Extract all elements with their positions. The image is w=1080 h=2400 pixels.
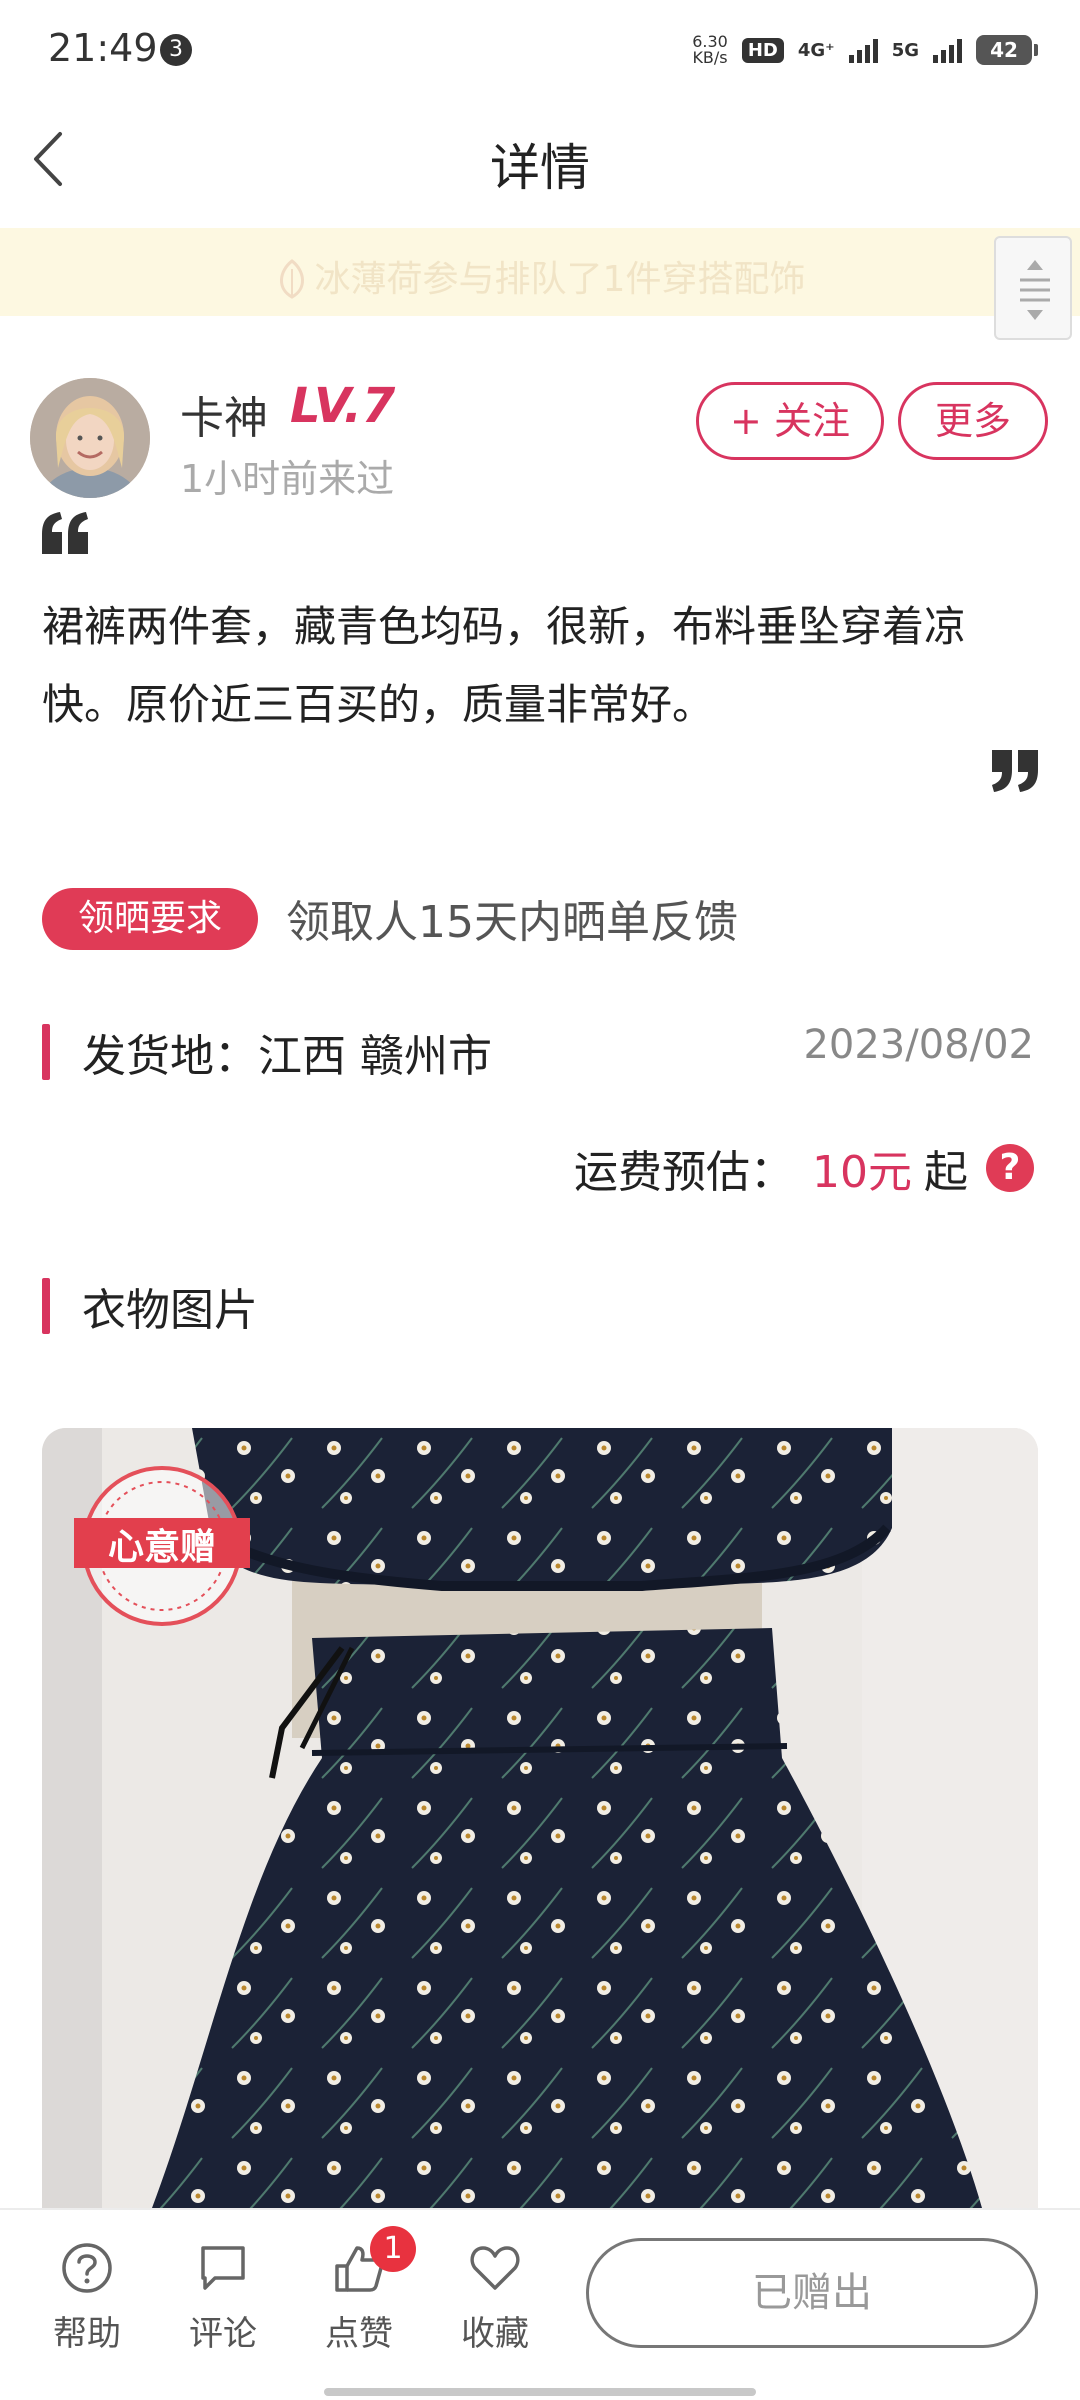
drag-handle-icon xyxy=(1020,260,1050,320)
last-seen-text: 1小时前来过 xyxy=(180,457,395,501)
home-indicator[interactable] xyxy=(324,2388,756,2396)
comment-icon xyxy=(201,2246,245,2290)
hd-voice-icon: HD xyxy=(741,37,784,63)
network-5g-label: 5G xyxy=(891,39,919,61)
scroll-handle[interactable] xyxy=(994,236,1072,340)
queue-notice-banner: 冰薄荷参与排队了1件穿搭配饰 xyxy=(0,228,1080,340)
given-away-button[interactable]: 已赠出 xyxy=(586,2238,1038,2348)
shipping-suffix: 起 xyxy=(924,1147,968,1198)
tab-comment[interactable]: 评论 xyxy=(168,2240,278,2355)
signal-icon xyxy=(933,37,962,63)
requirement-badge: 领晒要求 xyxy=(42,888,258,950)
like-count-badge: 1 xyxy=(370,2226,416,2272)
clothing-photo[interactable]: 心意赠 xyxy=(42,1428,1038,2208)
status-icons: 6.30 KB/s HD 4G⁺ 5G 42 xyxy=(692,32,1038,68)
nav-bar: 详情 xyxy=(0,100,1080,220)
tab-favorite[interactable]: 收藏 xyxy=(440,2240,550,2355)
open-quote-icon xyxy=(42,512,88,554)
clothing-photos-title: 衣物图片 xyxy=(82,1285,258,1336)
shipping-price: 10元 xyxy=(812,1147,912,1198)
shipping-help-icon[interactable]: ? xyxy=(986,1144,1034,1192)
shipping-label: 运费预估： xyxy=(574,1147,794,1198)
page-title: 详情 xyxy=(490,139,590,197)
section-accent-bar xyxy=(42,1024,50,1080)
gift-stamp-label: 心意赠 xyxy=(107,1526,216,1567)
status-time: 21:49 xyxy=(48,26,158,70)
post-date: 2023/08/02 xyxy=(803,1022,1034,1068)
user-level: LV.7 xyxy=(290,378,396,434)
section-accent-bar xyxy=(42,1278,50,1334)
leaf-icon xyxy=(279,259,304,299)
more-button[interactable]: 更多 xyxy=(898,382,1048,460)
help-icon xyxy=(62,2243,112,2293)
tab-help[interactable]: 帮助 xyxy=(32,2240,142,2355)
status-bar: 21:49 3 6.30 KB/s HD 4G⁺ 5G 42 xyxy=(0,0,1080,100)
username[interactable]: 卡神 xyxy=(180,382,268,446)
network-4g-label: 4G⁺ xyxy=(797,39,835,61)
shipping-estimate: 运费预估： 10元 起 ? xyxy=(574,1138,1034,1198)
avatar[interactable] xyxy=(30,378,150,498)
notice-text: 冰薄荷参与排队了1件穿搭配饰 xyxy=(314,259,806,300)
heart-icon xyxy=(470,2246,520,2290)
bottom-action-bar: 帮助 评论 1 点赞 收藏 已赠出 xyxy=(0,2208,1080,2400)
avatar-image xyxy=(30,378,150,498)
tab-like[interactable]: 1 点赞 xyxy=(304,2226,416,2355)
notification-count-badge: 3 xyxy=(160,34,192,66)
battery-icon: 42 xyxy=(976,35,1038,65)
requirement-text: 领取人15天内晒单反馈 xyxy=(286,897,738,948)
ship-from-location: 发货地：江西 赣州市 xyxy=(82,1031,492,1082)
network-speed: 6.30 KB/s xyxy=(692,32,728,67)
close-quote-icon xyxy=(992,750,1038,792)
post-description: 裙裤两件套，藏青色均码，很新，布料垂坠穿着凉快。原价近三百买的，质量非常好。 xyxy=(42,602,967,729)
follow-button[interactable]: + 关注 xyxy=(696,382,884,460)
signal-icon xyxy=(848,37,878,63)
